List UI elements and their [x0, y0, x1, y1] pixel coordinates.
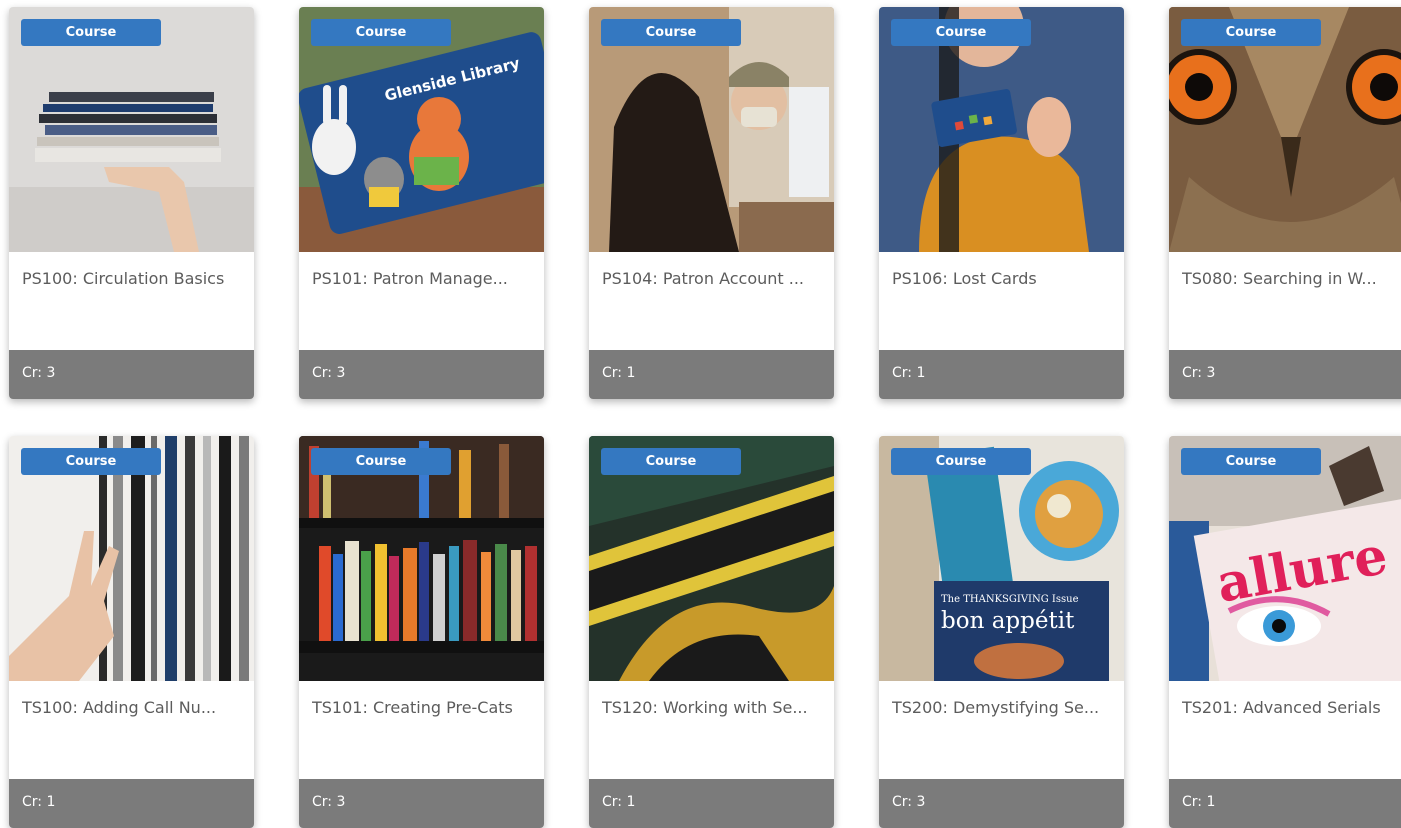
course-badge: Course: [311, 448, 451, 475]
course-credits: Cr: 1: [22, 794, 56, 810]
magazine-text: The THANKSGIVING Issue: [941, 594, 1079, 605]
course-title[interactable]: TS080: Searching in W...: [1182, 269, 1401, 288]
course-card[interactable]: Course TS120: Working with Se... Cr: 1: [589, 436, 834, 828]
magazine-title-text: bon appétit: [941, 608, 1075, 634]
course-title[interactable]: PS104: Patron Account ...: [602, 269, 824, 288]
course-title[interactable]: TS101: Creating Pre-Cats: [312, 698, 534, 717]
course-badge: Course: [21, 448, 161, 475]
course-credits: Cr: 1: [602, 794, 636, 810]
course-footer: Cr: 1: [589, 779, 834, 828]
course-badge: Course: [311, 19, 451, 46]
course-footer: Cr: 3: [299, 779, 544, 828]
course-footer: Cr: 3: [1169, 350, 1401, 399]
course-title[interactable]: PS101: Patron Manage...: [312, 269, 534, 288]
course-badge: Course: [601, 448, 741, 475]
course-badge: Course: [891, 448, 1031, 475]
course-grid: Course PS100: Circulation Basics Cr: 3 G…: [0, 0, 1401, 828]
course-credits: Cr: 3: [1182, 365, 1216, 381]
course-card[interactable]: allure Course TS201: Advanced Serials Cr…: [1169, 436, 1401, 828]
course-credits: Cr: 1: [1182, 794, 1216, 810]
course-card[interactable]: Course PS106: Lost Cards Cr: 1: [879, 7, 1124, 399]
course-title[interactable]: TS201: Advanced Serials: [1182, 698, 1401, 717]
course-title[interactable]: TS120: Working with Se...: [602, 698, 824, 717]
course-card[interactable]: Course PS100: Circulation Basics Cr: 3: [9, 7, 254, 399]
course-card[interactable]: Course PS104: Patron Account ... Cr: 1: [589, 7, 834, 399]
course-badge: Course: [601, 19, 741, 46]
course-card[interactable]: The THANKSGIVING Issue bon appétit Cours…: [879, 436, 1124, 828]
course-footer: Cr: 3: [299, 350, 544, 399]
course-title[interactable]: TS100: Adding Call Nu...: [22, 698, 244, 717]
course-footer: Cr: 3: [9, 350, 254, 399]
course-footer: Cr: 1: [1169, 779, 1401, 828]
course-card[interactable]: Course TS100: Adding Call Nu... Cr: 1: [9, 436, 254, 828]
course-card[interactable]: Glenside Library Course PS101: Patron Ma…: [299, 7, 544, 399]
course-card[interactable]: Course TS101: Creating Pre-Cats Cr: 3: [299, 436, 544, 828]
course-footer: Cr: 1: [879, 350, 1124, 399]
course-badge: Course: [1181, 448, 1321, 475]
course-credits: Cr: 3: [22, 365, 56, 381]
course-title[interactable]: PS100: Circulation Basics: [22, 269, 244, 288]
course-footer: Cr: 1: [9, 779, 254, 828]
course-badge: Course: [891, 19, 1031, 46]
course-credits: Cr: 1: [602, 365, 636, 381]
course-badge: Course: [1181, 19, 1321, 46]
course-badge: Course: [21, 19, 161, 46]
course-title[interactable]: PS106: Lost Cards: [892, 269, 1114, 288]
course-title[interactable]: TS200: Demystifying Se...: [892, 698, 1114, 717]
course-credits: Cr: 3: [892, 794, 926, 810]
course-credits: Cr: 3: [312, 365, 346, 381]
course-footer: Cr: 1: [589, 350, 834, 399]
course-card[interactable]: Course TS080: Searching in W... Cr: 3: [1169, 7, 1401, 399]
course-credits: Cr: 1: [892, 365, 926, 381]
course-footer: Cr: 3: [879, 779, 1124, 828]
course-credits: Cr: 3: [312, 794, 346, 810]
